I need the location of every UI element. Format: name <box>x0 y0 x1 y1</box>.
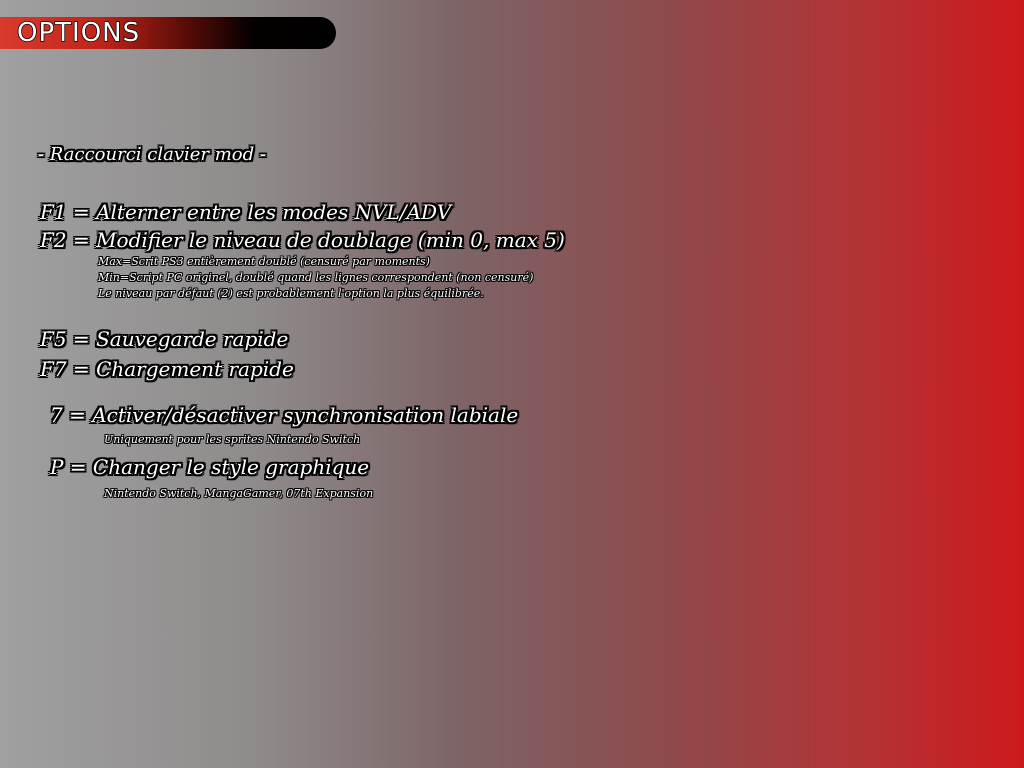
shortcut-f2-note: Le niveau par défaut (2) est probablemen… <box>98 287 484 300</box>
shortcut-f5: F5 = Sauvegarde rapide <box>40 327 289 351</box>
shortcut-f7: F7 = Chargement rapide <box>40 357 294 381</box>
shortcut-p-note: Nintendo Switch, MangaGamer, 07th Expans… <box>104 487 374 500</box>
shortcut-f2-note: Min=Script PC originel, doublé quand les… <box>98 271 534 284</box>
shortcut-7: 7 = Activer/désactiver synchronisation l… <box>50 403 519 427</box>
shortcut-f2: F2 = Modifier le niveau de doublage (min… <box>40 228 565 252</box>
shortcut-7-note: Uniquement pour les sprites Nintendo Swi… <box>104 433 361 446</box>
shortcut-f1: F1 = Alterner entre les modes NVL/ADV <box>40 200 452 224</box>
page-title: OPTIONS <box>16 17 141 49</box>
shortcut-f2-note: Max=Scrit PS3 entièrement doublé (censur… <box>98 255 430 268</box>
shortcuts-heading: - Raccourci clavier mod - <box>38 144 266 165</box>
shortcut-p: P = Changer le style graphique <box>50 455 370 479</box>
